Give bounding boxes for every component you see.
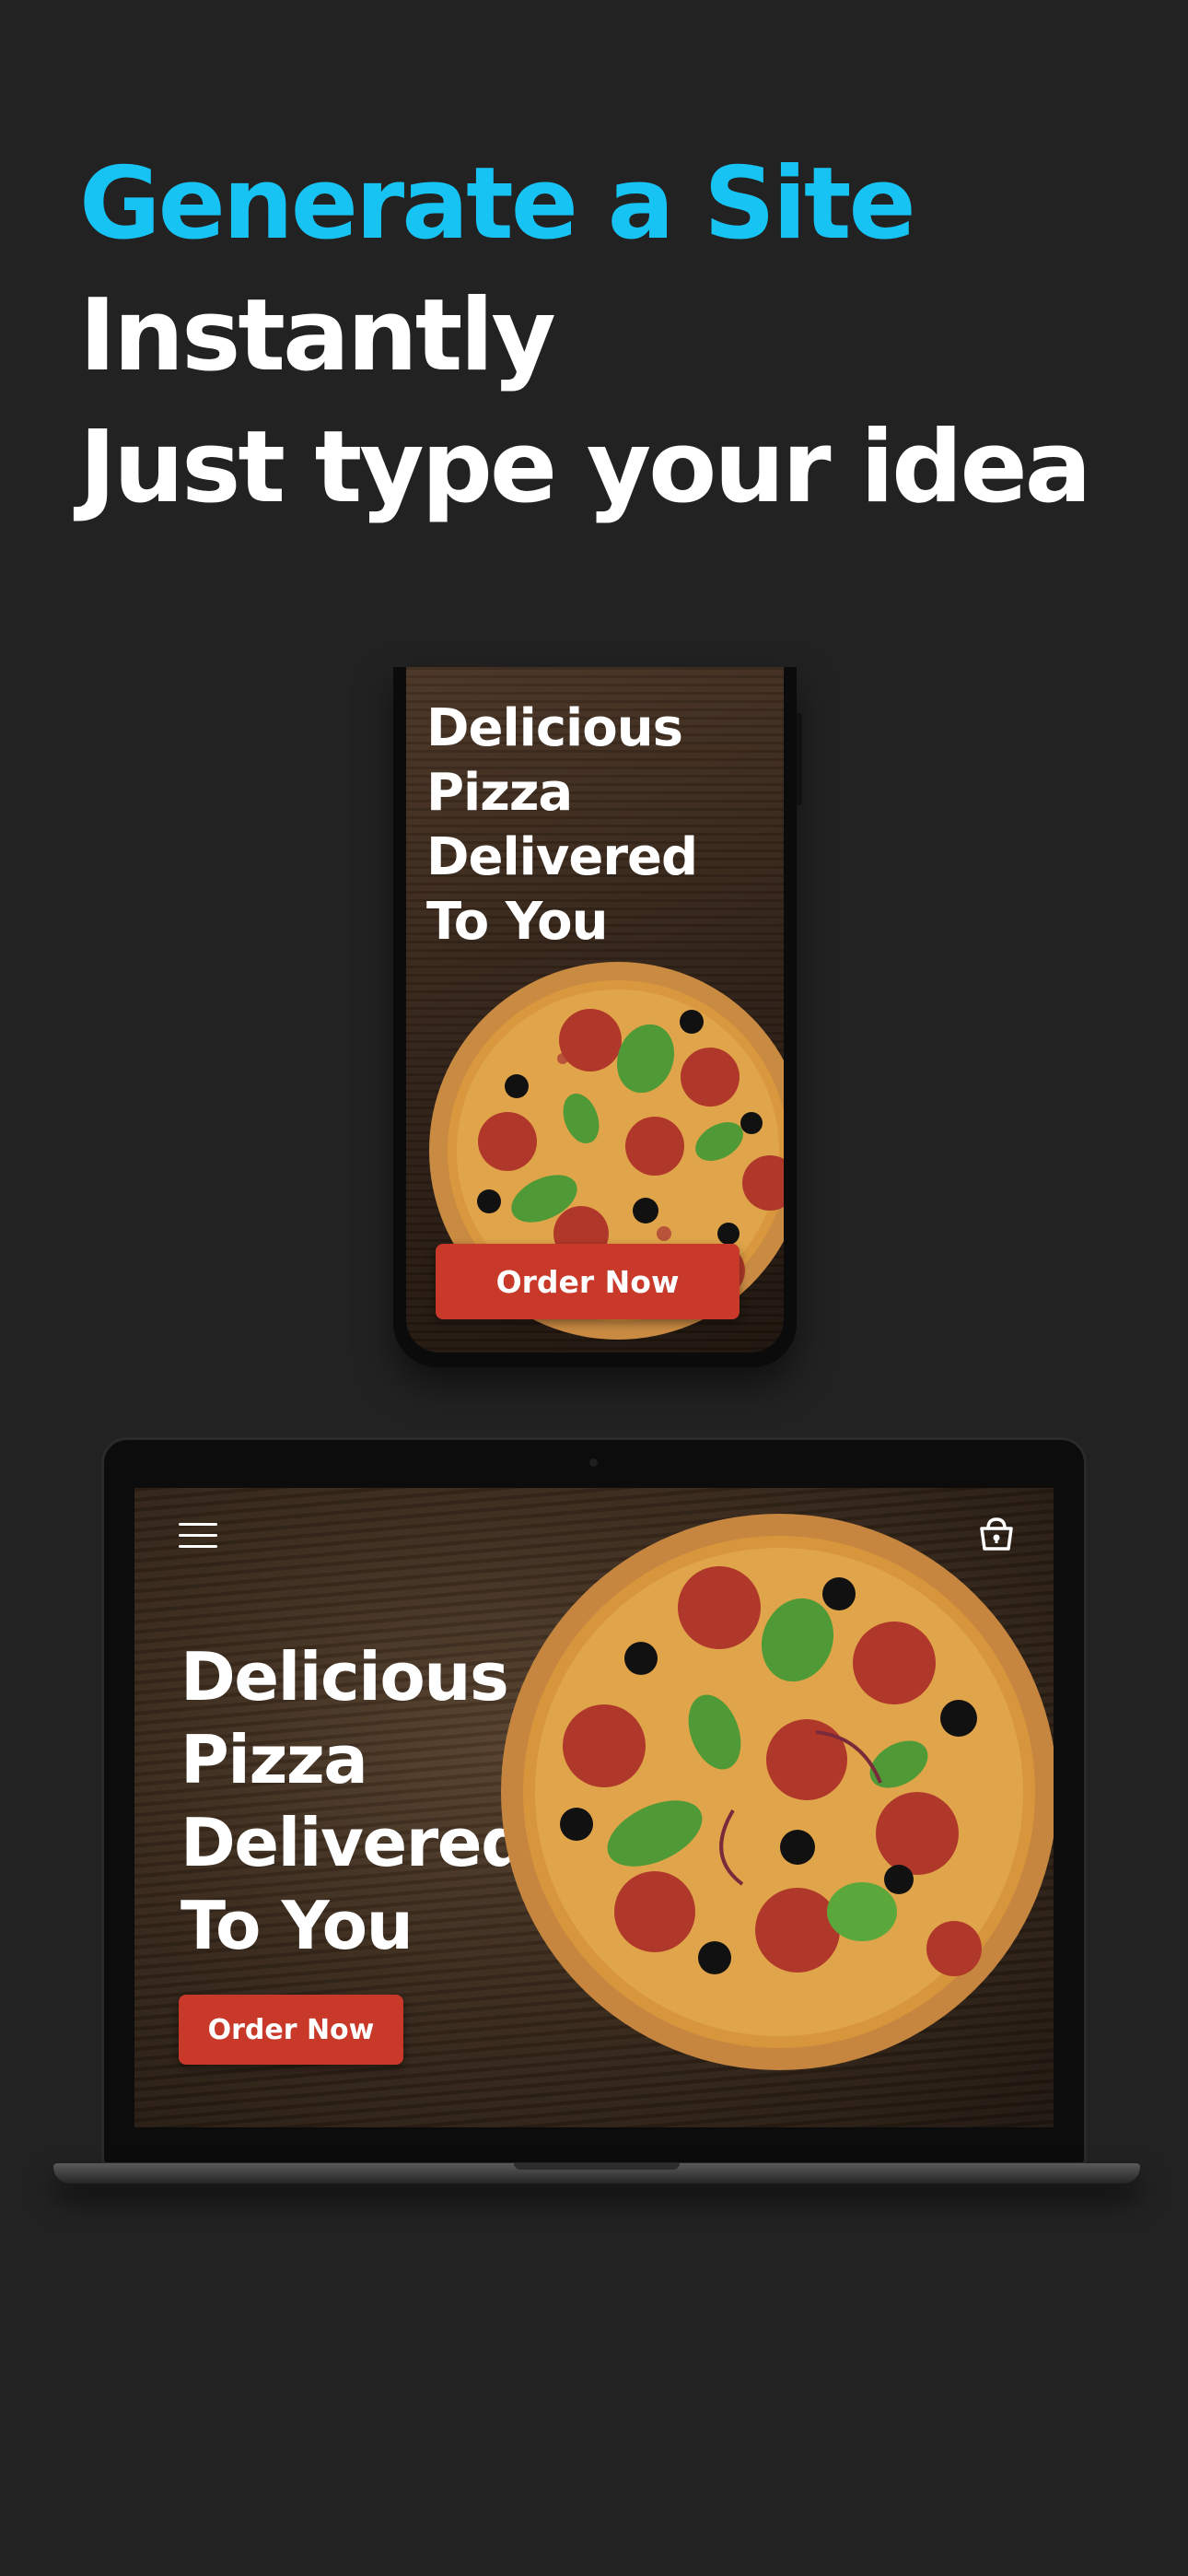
laptop-screen: Delicious Pizza Delivered To You Order N… xyxy=(134,1488,1054,2127)
pizza-image xyxy=(501,1514,1054,2070)
phone-title-line: Pizza xyxy=(426,763,573,823)
headline-line-2: Instantly xyxy=(79,278,556,393)
laptop-title-line: To You xyxy=(181,1887,413,1964)
laptop-order-now-button[interactable]: Order Now xyxy=(179,1995,403,2065)
phone-title-line: To You xyxy=(426,892,608,952)
phone-title-line: Delicious xyxy=(426,698,683,758)
phone-order-now-button[interactable]: Order Now xyxy=(436,1244,740,1319)
laptop-hero-title: Delicious Pizza Delivered To You xyxy=(181,1635,529,1967)
phone-screen: Delicious Pizza Delivered To You Order N… xyxy=(406,667,784,1352)
webcam-icon xyxy=(589,1458,598,1467)
phone-mockup: Delicious Pizza Delivered To You Order N… xyxy=(393,667,802,1367)
phone-title-line: Delivered xyxy=(426,827,698,887)
laptop-notch xyxy=(514,2163,680,2170)
laptop-title-line: Delivered xyxy=(181,1804,529,1881)
hamburger-menu-icon[interactable] xyxy=(179,1521,217,1551)
laptop-mockup: Delicious Pizza Delivered To You Order N… xyxy=(101,1437,1087,2165)
laptop-title-line: Delicious xyxy=(181,1638,509,1715)
hero-headline: Generate a Site Instantly Just type your… xyxy=(79,138,1092,533)
headline-accent: Generate a Site xyxy=(79,146,916,262)
phone-side-button xyxy=(797,713,802,805)
laptop-base xyxy=(53,2163,1140,2184)
phone-hero-title: Delicious Pizza Delivered To You xyxy=(426,697,698,954)
headline-line-3: Just type your idea xyxy=(79,410,1092,525)
laptop-title-line: Pizza xyxy=(181,1721,368,1798)
